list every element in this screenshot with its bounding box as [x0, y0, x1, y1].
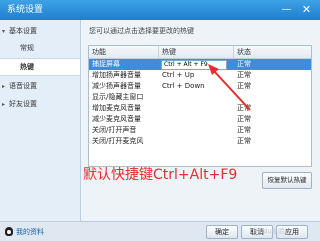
table-row[interactable]: 增加扬声器音量 Ctrl + Up 正常 [89, 70, 311, 81]
default-hotkey-annotation: 默认快捷键Ctrl+Alt+F9 [83, 167, 238, 183]
my-profile-link[interactable]: 我的资料 [16, 227, 44, 237]
column-header-status[interactable]: 状态 [234, 46, 311, 58]
chevron-right-icon: ▸ [2, 83, 6, 90]
sidebar-item-general[interactable]: 常规 [0, 40, 80, 56]
restore-default-hotkeys-button[interactable]: 恢复默认热键 [262, 172, 312, 189]
sidebar-group-voice[interactable]: ▸ 语音设置 [0, 79, 80, 94]
table-row[interactable]: 显示/隐藏主窗口 [89, 92, 311, 103]
hotkey-input[interactable]: Ctrl + Alt + F9 [161, 60, 227, 70]
hotkey-cell [159, 125, 237, 136]
table-header: 功能 热键 状态 [89, 46, 311, 59]
sidebar-group-friends[interactable]: ▸ 好友设置 [0, 97, 80, 112]
settings-sidebar: ▾ 基本设置 常规 热键 ▸ 语音设置 ▸ 好友设置 [0, 20, 81, 221]
table-row[interactable]: 减少扬声器音量 Ctrl + Down 正常 [89, 81, 311, 92]
watermark: Baidu经验 [253, 227, 285, 235]
function-cell: 减少扬声器音量 [92, 82, 141, 90]
title-bar[interactable]: 系统设置 — ✕ [0, 0, 320, 20]
status-cell: 正常 [237, 104, 251, 112]
hotkey-table: 功能 热键 状态 捕捉屏幕 Ctrl + Alt + F9 正常 增加扬声器音量… [88, 45, 312, 167]
close-icon[interactable]: ✕ [299, 2, 314, 17]
sidebar-group-basic[interactable]: ▾ 基本设置 [0, 24, 80, 39]
hotkey-cell [159, 136, 237, 147]
chevron-down-icon: ▾ [2, 28, 6, 35]
settings-window: 系统设置 — ✕ ▾ 基本设置 常规 热键 ▸ 语音设置 ▸ 好友设置 您可以通… [0, 0, 320, 241]
hotkey-cell [159, 92, 237, 103]
hotkey-cell: Ctrl + Up [162, 71, 195, 79]
sidebar-group-label: 语音设置 [9, 82, 37, 90]
hotkey-cell: Ctrl + Down [162, 82, 205, 90]
sidebar-group-label: 基本设置 [9, 27, 37, 35]
column-header-function[interactable]: 功能 [89, 46, 159, 58]
status-cell: 正常 [237, 137, 251, 145]
status-cell: 正常 [237, 126, 251, 134]
chevron-right-icon: ▸ [2, 101, 6, 108]
hotkey-hint-text: 您可以通过点击选择要更改的热键 [89, 27, 194, 35]
function-cell: 增加麦克风音量 [92, 104, 141, 112]
status-cell [234, 92, 314, 103]
table-row[interactable]: 关闭/打开声音 正常 [89, 125, 311, 136]
minimize-icon[interactable]: — [279, 2, 294, 17]
function-cell: 关闭/打开声音 [92, 126, 137, 134]
function-cell: 增加扬声器音量 [92, 71, 141, 79]
hotkey-cell [159, 103, 237, 114]
table-row[interactable]: 关闭/打开麦克风 正常 [89, 136, 311, 147]
sidebar-item-label: 热键 [20, 63, 34, 71]
status-cell: 正常 [237, 82, 251, 90]
qq-penguin-icon [5, 227, 13, 236]
column-header-hotkey[interactable]: 热键 [159, 46, 234, 58]
status-cell: 正常 [237, 71, 251, 79]
table-row[interactable]: 减少麦克风音量 正常 [89, 114, 311, 125]
table-row[interactable]: 捕捉屏幕 Ctrl + Alt + F9 正常 [89, 59, 311, 70]
sidebar-item-label: 常规 [20, 44, 34, 52]
hotkey-cell [159, 114, 237, 125]
function-cell: 减少麦克风音量 [92, 115, 141, 123]
function-cell: 捕捉屏幕 [92, 60, 120, 68]
table-row[interactable]: 增加麦克风音量 正常 [89, 103, 311, 114]
ok-button[interactable]: 确定 [206, 225, 238, 239]
status-cell: 正常 [237, 60, 251, 68]
function-cell: 显示/隐藏主窗口 [92, 93, 144, 101]
sidebar-group-label: 好友设置 [9, 100, 37, 108]
status-cell: 正常 [237, 115, 251, 123]
window-title: 系统设置 [7, 5, 44, 15]
sidebar-item-hotkeys[interactable]: 热键 [0, 58, 80, 76]
function-cell: 关闭/打开麦克风 [92, 137, 144, 145]
